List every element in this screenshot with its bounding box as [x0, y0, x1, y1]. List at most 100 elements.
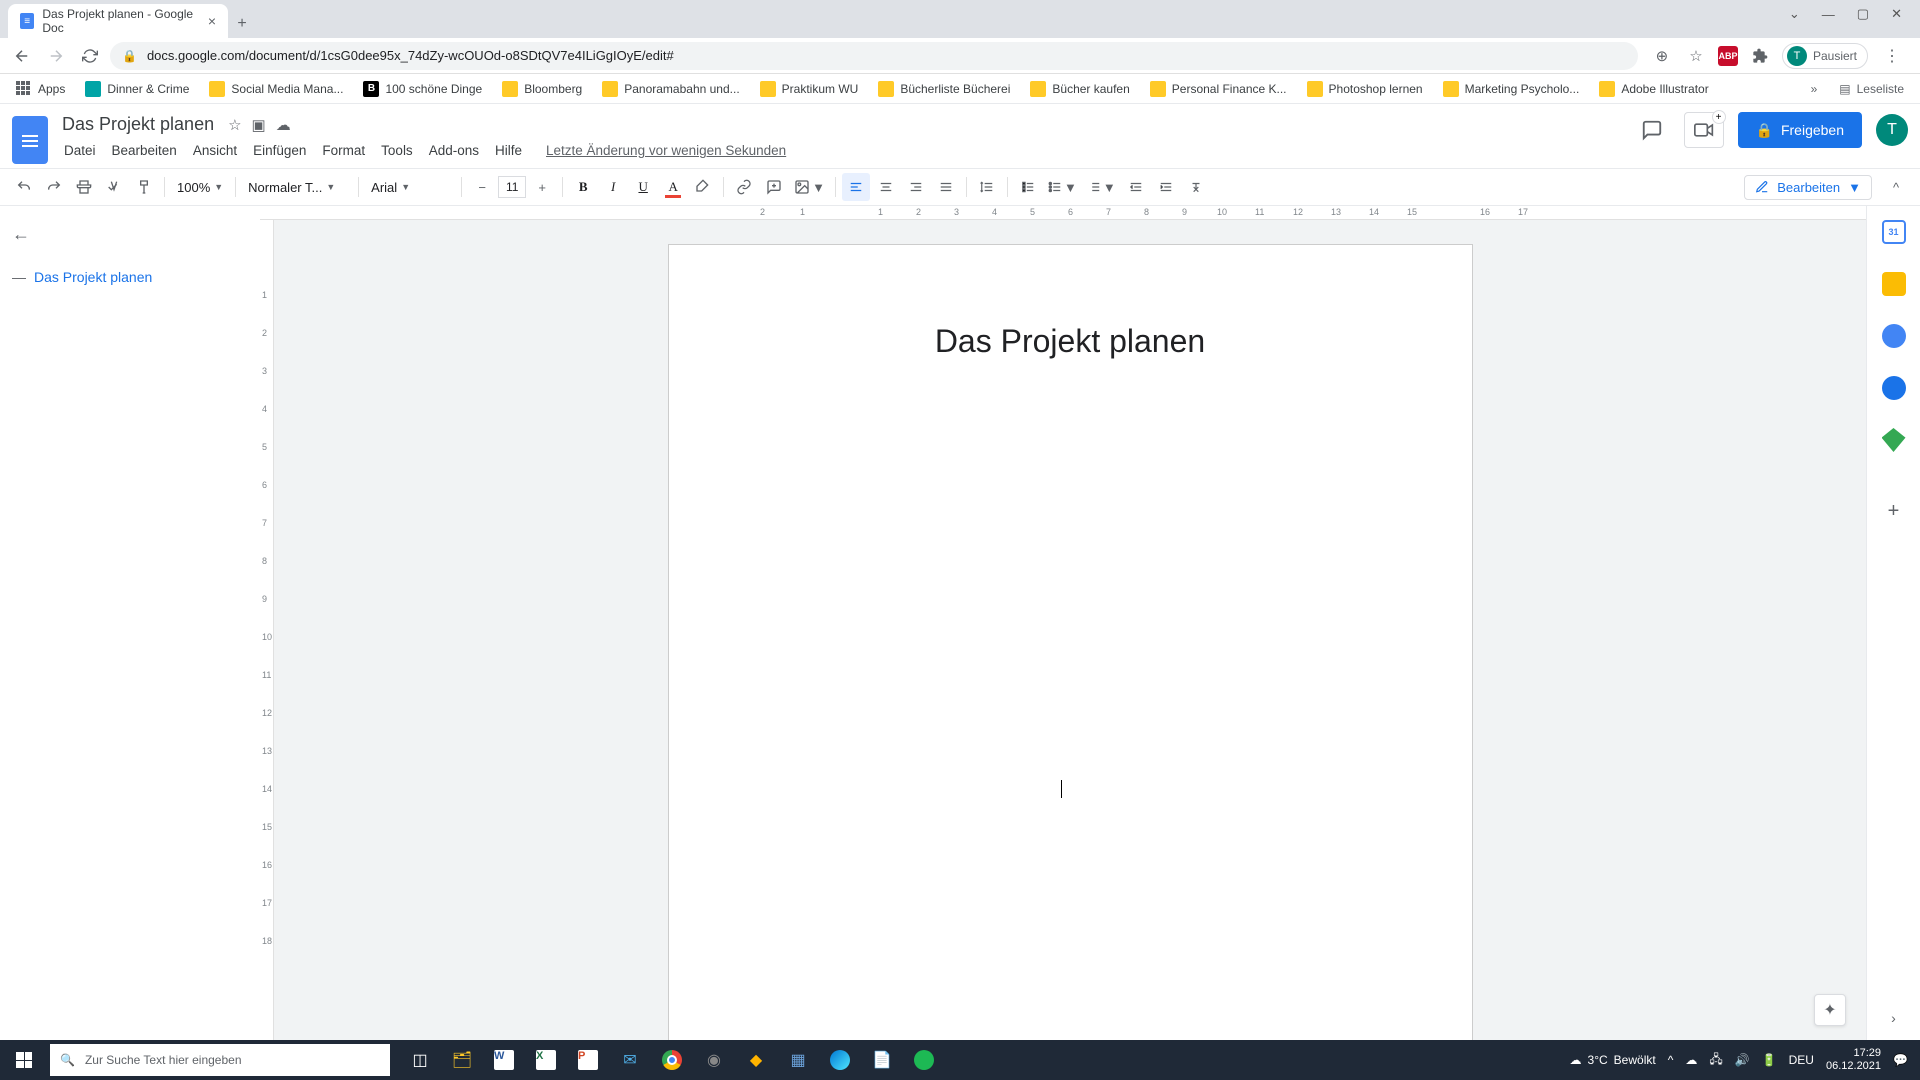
comments-history-icon[interactable]	[1634, 112, 1670, 148]
bookmarks-overflow-icon[interactable]: »	[1811, 82, 1818, 96]
excel-icon[interactable]: X	[526, 1040, 566, 1080]
notifications-tray-icon[interactable]: 💬	[1893, 1053, 1908, 1067]
battery-tray-icon[interactable]: 🔋	[1762, 1053, 1777, 1067]
forward-button[interactable]	[42, 42, 70, 70]
docs-logo-icon[interactable]	[12, 116, 48, 164]
decrease-indent-button[interactable]	[1122, 173, 1150, 201]
profile-badge[interactable]: T Pausiert	[1782, 43, 1868, 69]
chrome-menu-icon[interactable]: ⋮	[1878, 46, 1906, 66]
bookmark-item[interactable]: Bloomberg	[494, 77, 590, 101]
outline-close-icon[interactable]: ←	[12, 224, 248, 245]
chrome-tab-search-icon[interactable]: ⌄	[1789, 6, 1800, 22]
highlight-button[interactable]	[689, 173, 717, 201]
align-justify-button[interactable]	[932, 173, 960, 201]
user-avatar[interactable]: T	[1876, 114, 1908, 146]
start-button[interactable]	[0, 1040, 48, 1080]
redo-button[interactable]	[40, 173, 68, 201]
back-button[interactable]	[8, 42, 36, 70]
font-dropdown[interactable]: Arial▼	[365, 180, 455, 195]
cloud-status-icon[interactable]: ☁	[276, 116, 291, 134]
menu-einfuegen[interactable]: Einfügen	[247, 139, 312, 162]
hide-sidepanel-icon[interactable]: ›	[1891, 1010, 1896, 1026]
increase-font-button[interactable]: +	[528, 173, 556, 201]
network-tray-icon[interactable]: 🖧	[1709, 1050, 1722, 1071]
collapse-toolbar-icon[interactable]: ^	[1882, 173, 1910, 201]
bookmark-item[interactable]: Marketing Psycholo...	[1435, 77, 1588, 101]
decrease-font-button[interactable]: −	[468, 173, 496, 201]
file-explorer-icon[interactable]: 🗂	[442, 1040, 482, 1080]
tasks-sidepanel-icon[interactable]	[1882, 324, 1906, 348]
numbered-list-button[interactable]: ▼	[1083, 173, 1120, 201]
document-title[interactable]: Das Projekt planen	[58, 112, 218, 137]
maximize-window-icon[interactable]: ▢	[1857, 6, 1869, 22]
calendar-sidepanel-icon[interactable]	[1882, 220, 1906, 244]
document-page[interactable]: Das Projekt planen	[668, 244, 1473, 1040]
reading-list-button[interactable]: ▤Leseliste	[1831, 78, 1912, 100]
obs-icon[interactable]: ◉	[694, 1040, 734, 1080]
new-tab-button[interactable]: +	[228, 10, 256, 38]
vertical-ruler[interactable]: 1 2 3 4 5 6 7 8 9 10 11 12 13 14 15 16 1…	[260, 220, 274, 1040]
word-icon[interactable]: W	[484, 1040, 524, 1080]
contacts-sidepanel-icon[interactable]	[1882, 376, 1906, 400]
keep-sidepanel-icon[interactable]	[1882, 272, 1906, 296]
weather-widget[interactable]: ☁ 3°C Bewölkt	[1570, 1053, 1656, 1067]
menu-hilfe[interactable]: Hilfe	[489, 139, 528, 162]
last-edit-status[interactable]: Letzte Änderung vor wenigen Sekunden	[540, 139, 792, 162]
menu-datei[interactable]: Datei	[58, 139, 102, 162]
outline-heading-item[interactable]: — Das Projekt planen	[12, 269, 248, 285]
volume-tray-icon[interactable]: 🔊	[1735, 1053, 1750, 1067]
close-tab-icon[interactable]: ×	[208, 13, 216, 29]
explore-button[interactable]: ✦	[1814, 994, 1846, 1026]
tray-expand-icon[interactable]: ^	[1668, 1053, 1674, 1067]
insert-comment-button[interactable]	[760, 173, 788, 201]
spellcheck-button[interactable]	[100, 173, 128, 201]
checklist-button[interactable]	[1014, 173, 1042, 201]
text-color-button[interactable]: A	[659, 173, 687, 201]
edge-icon[interactable]	[820, 1040, 860, 1080]
addons-sidepanel-icon[interactable]: +	[1888, 500, 1900, 523]
move-icon[interactable]: ▣	[252, 116, 266, 134]
document-heading[interactable]: Das Projekt planen	[761, 323, 1380, 360]
meet-present-button[interactable]: +	[1684, 112, 1724, 148]
align-center-button[interactable]	[872, 173, 900, 201]
share-button[interactable]: 🔒 Freigeben	[1738, 112, 1862, 148]
bookmark-item[interactable]: Bücherliste Bücherei	[870, 77, 1018, 101]
bookmark-item[interactable]: Adobe Illustrator	[1591, 77, 1716, 101]
increase-indent-button[interactable]	[1152, 173, 1180, 201]
minimize-window-icon[interactable]: —	[1822, 7, 1835, 22]
clock[interactable]: 17:29 06.12.2021	[1826, 1047, 1881, 1073]
bold-button[interactable]: B	[569, 173, 597, 201]
install-app-icon[interactable]: ⊕	[1650, 44, 1674, 68]
language-indicator[interactable]: DEU	[1789, 1053, 1814, 1067]
menu-addons[interactable]: Add-ons	[423, 139, 485, 162]
extensions-icon[interactable]	[1748, 44, 1772, 68]
horizontal-ruler[interactable]: 2 1 1 2 3 4 5 6 7 8 9 10 11 12 13 14 15 …	[260, 206, 1866, 220]
powerpoint-icon[interactable]: P	[568, 1040, 608, 1080]
font-size-input[interactable]	[498, 176, 526, 198]
close-window-icon[interactable]: ✕	[1891, 6, 1902, 22]
mail-icon[interactable]: ✉	[610, 1040, 650, 1080]
spotify-icon[interactable]	[904, 1040, 944, 1080]
bookmark-item[interactable]: B100 schöne Dinge	[355, 77, 490, 101]
bookmark-item[interactable]: Photoshop lernen	[1299, 77, 1431, 101]
chrome-taskbar-icon[interactable]	[652, 1040, 692, 1080]
styles-dropdown[interactable]: Normaler T...▼	[242, 180, 352, 195]
menu-bearbeiten[interactable]: Bearbeiten	[106, 139, 183, 162]
bookmark-star-icon[interactable]: ☆	[1684, 44, 1708, 68]
zoom-dropdown[interactable]: 100%▼	[171, 180, 229, 195]
menu-ansicht[interactable]: Ansicht	[187, 139, 243, 162]
star-icon[interactable]: ☆	[228, 116, 241, 134]
notepad-icon[interactable]: 📄	[862, 1040, 902, 1080]
bookmark-item[interactable]: Social Media Mana...	[201, 77, 351, 101]
align-right-button[interactable]	[902, 173, 930, 201]
taskbar-search[interactable]: 🔍 Zur Suche Text hier eingeben	[50, 1044, 390, 1076]
menu-format[interactable]: Format	[316, 139, 371, 162]
paint-format-button[interactable]	[130, 173, 158, 201]
onedrive-tray-icon[interactable]: ☁	[1685, 1053, 1697, 1067]
app-icon[interactable]: ▦	[778, 1040, 818, 1080]
print-button[interactable]	[70, 173, 98, 201]
underline-button[interactable]: U	[629, 173, 657, 201]
task-view-icon[interactable]: ◫	[400, 1040, 440, 1080]
bookmark-item[interactable]: Bücher kaufen	[1022, 77, 1137, 101]
undo-button[interactable]	[10, 173, 38, 201]
